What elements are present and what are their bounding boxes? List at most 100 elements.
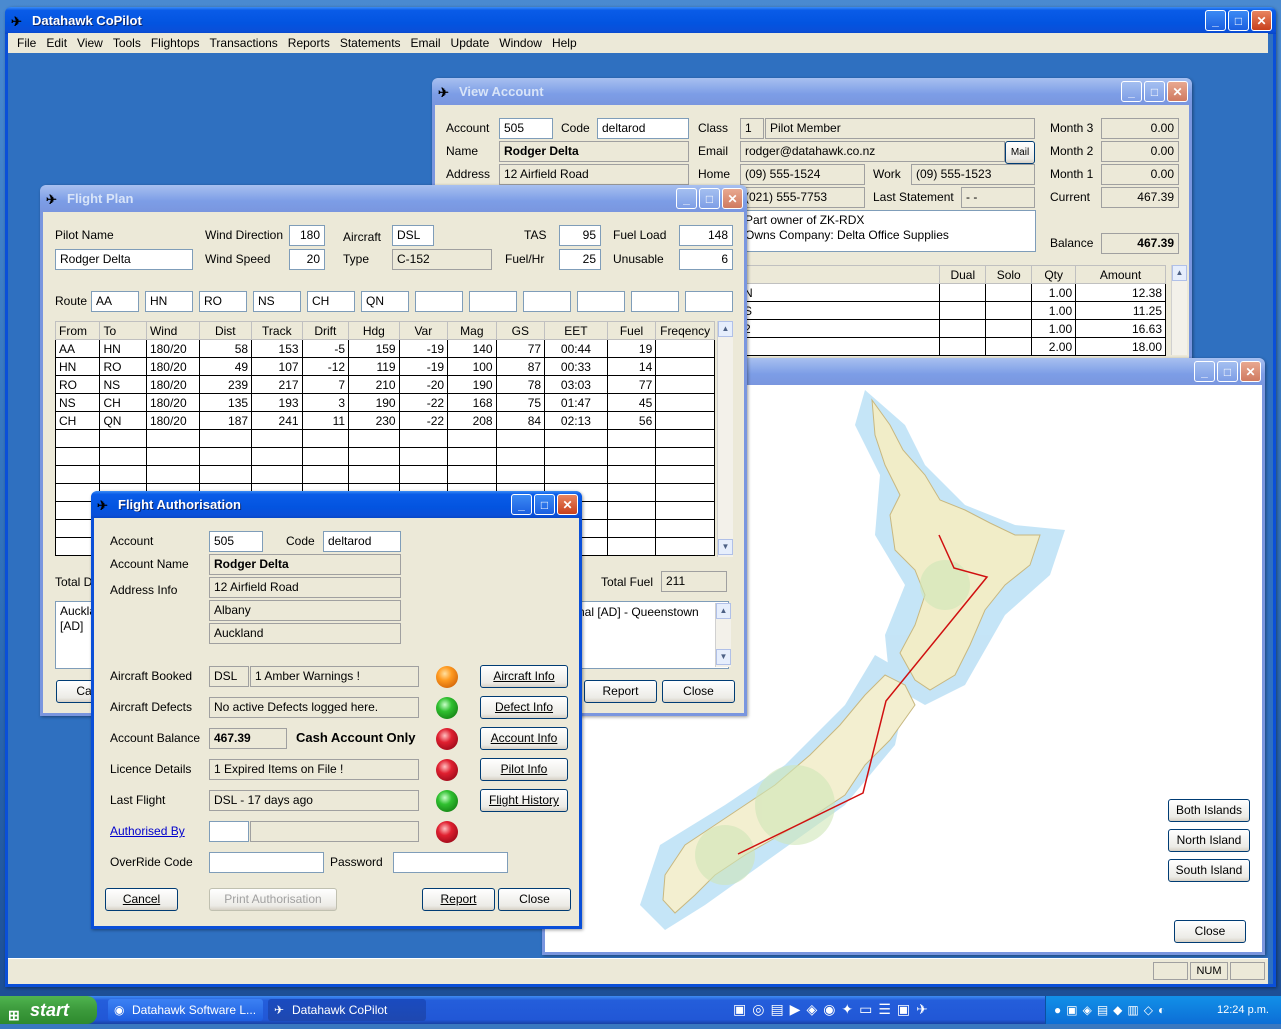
fuel-hr-field[interactable]: 25 bbox=[559, 249, 601, 270]
menu-item-view[interactable]: View bbox=[72, 36, 108, 50]
authorised-by-link[interactable]: Authorised By bbox=[110, 824, 185, 838]
quick-launch-icons[interactable]: ▣◎▤▶◈◉✦▭☰▣✈ bbox=[733, 1001, 934, 1018]
report-button[interactable]: Report bbox=[422, 888, 495, 911]
start-button[interactable]: ⊞ start bbox=[0, 996, 97, 1024]
main-titlebar[interactable]: ✈ Datahawk CoPilot _ □ ✕ bbox=[5, 7, 1276, 34]
menu-item-transactions[interactable]: Transactions bbox=[205, 36, 283, 50]
route-waypoint-field[interactable] bbox=[577, 291, 625, 312]
minimize-icon[interactable]: _ bbox=[1194, 361, 1215, 382]
close-icon[interactable]: ✕ bbox=[722, 188, 743, 209]
fuel-load-field[interactable]: 148 bbox=[679, 225, 733, 246]
route-waypoint-field[interactable] bbox=[631, 291, 679, 312]
cancel-button[interactable]: Cancel bbox=[105, 888, 178, 911]
column-header: To bbox=[99, 321, 147, 340]
notes-box[interactable]: Part owner of ZK-RDX Owns Company: Delta… bbox=[740, 210, 1036, 252]
minimize-icon[interactable]: _ bbox=[1205, 10, 1226, 31]
print-authorisation-button[interactable]: Print Authorisation bbox=[209, 888, 337, 911]
route-waypoint-field[interactable]: QN bbox=[361, 291, 409, 312]
menu-item-email[interactable]: Email bbox=[406, 36, 446, 50]
pilot-info-button[interactable]: Pilot Info bbox=[480, 758, 568, 781]
south-island-button[interactable]: South Island bbox=[1168, 859, 1250, 882]
maximize-icon[interactable]: □ bbox=[699, 188, 720, 209]
menu-item-statements[interactable]: Statements bbox=[335, 36, 406, 50]
account-info-button[interactable]: Account Info bbox=[480, 727, 568, 750]
route-waypoint-field[interactable]: AA bbox=[91, 291, 139, 312]
aircraft-field[interactable]: DSL bbox=[392, 225, 434, 246]
close-icon[interactable]: ✕ bbox=[1251, 10, 1272, 31]
table-cell: 77 bbox=[606, 375, 657, 394]
menu-item-window[interactable]: Window bbox=[494, 36, 547, 50]
route-waypoint-field[interactable] bbox=[469, 291, 517, 312]
code-field[interactable]: deltarod bbox=[323, 531, 401, 552]
maximize-icon[interactable]: □ bbox=[1144, 81, 1165, 102]
tas-field[interactable]: 95 bbox=[559, 225, 601, 246]
close-icon[interactable]: ✕ bbox=[557, 494, 578, 515]
flight-plan-report-button[interactable]: Report bbox=[584, 680, 657, 703]
password-input[interactable] bbox=[393, 852, 508, 873]
legs-scrollbar[interactable]: ▲ ▼ bbox=[717, 321, 733, 557]
pilot-name-field[interactable]: Rodger Delta bbox=[55, 249, 193, 270]
menu-item-tools[interactable]: Tools bbox=[108, 36, 146, 50]
flight-plan-close-button[interactable]: Close bbox=[662, 680, 735, 703]
notes-scrollbar[interactable]: ▲ ▼ bbox=[715, 603, 731, 667]
mail-button[interactable]: Mail bbox=[1005, 141, 1035, 164]
north-island-button[interactable]: North Island bbox=[1168, 829, 1250, 852]
minimize-icon[interactable]: _ bbox=[511, 494, 532, 515]
table-row[interactable]: HN RO 180/20 49 107 -12 119 -19 100 87 00:33 14 bbox=[54, 357, 715, 376]
wind-speed-field[interactable]: 20 bbox=[289, 249, 325, 270]
table-cell bbox=[398, 447, 449, 466]
view-account-titlebar[interactable]: ✈ View Account _ □ ✕ bbox=[432, 78, 1192, 105]
table-row[interactable] bbox=[54, 447, 715, 466]
maximize-icon[interactable]: □ bbox=[1217, 361, 1238, 382]
close-button[interactable]: Close bbox=[498, 888, 571, 911]
map-close-button[interactable]: Close bbox=[1174, 920, 1246, 943]
tray-icons[interactable]: ●▣◈▤◆▥◇◐ bbox=[1054, 996, 1170, 1024]
route-waypoint-field[interactable]: HN bbox=[145, 291, 193, 312]
route-waypoint-field[interactable] bbox=[685, 291, 733, 312]
flight-authorisation-titlebar[interactable]: ✈ Flight Authorisation _ □ ✕ bbox=[91, 491, 582, 518]
route-waypoint-field[interactable] bbox=[523, 291, 571, 312]
route-waypoint-field[interactable]: NS bbox=[253, 291, 301, 312]
flight-history-button[interactable]: Flight History bbox=[480, 789, 568, 812]
table-row[interactable] bbox=[54, 465, 715, 484]
aircraft-info-button[interactable]: Aircraft Info bbox=[480, 665, 568, 688]
menu-item-file[interactable]: File bbox=[12, 36, 41, 50]
account-field[interactable]: 505 bbox=[499, 118, 553, 139]
code-field[interactable]: deltarod bbox=[597, 118, 689, 139]
minimize-icon[interactable]: _ bbox=[1121, 81, 1142, 102]
override-code-input[interactable] bbox=[209, 852, 324, 873]
taskbar-item-copilot[interactable]: ✈ Datahawk CoPilot bbox=[268, 999, 426, 1021]
route-waypoint-field[interactable]: RO bbox=[199, 291, 247, 312]
table-row[interactable]: 2.00 18.00 bbox=[739, 337, 1166, 356]
menu-item-update[interactable]: Update bbox=[446, 36, 495, 50]
maximize-icon[interactable]: □ bbox=[534, 494, 555, 515]
menu-item-flightops[interactable]: Flightops bbox=[146, 36, 205, 50]
unusable-field[interactable]: 6 bbox=[679, 249, 733, 270]
table-row[interactable] bbox=[54, 429, 715, 448]
account-field[interactable]: 505 bbox=[209, 531, 263, 552]
table-row[interactable]: AA HN 180/20 58 153 -5 159 -19 140 77 00:44 19 bbox=[54, 339, 715, 358]
flight-plan-titlebar[interactable]: ✈ Flight Plan _ □ ✕ bbox=[40, 185, 747, 212]
wind-direction-field[interactable]: 180 bbox=[289, 225, 325, 246]
menu-item-reports[interactable]: Reports bbox=[283, 36, 335, 50]
route-waypoint-field[interactable] bbox=[415, 291, 463, 312]
menu-item-help[interactable]: Help bbox=[547, 36, 582, 50]
taskbar-item-browser[interactable]: ◉ Datahawk Software L... bbox=[108, 999, 263, 1021]
route-waypoint-field[interactable]: CH bbox=[307, 291, 355, 312]
table-row[interactable]: S 1.00 11.25 bbox=[739, 301, 1166, 320]
close-icon[interactable]: ✕ bbox=[1167, 81, 1188, 102]
defect-info-button[interactable]: Defect Info bbox=[480, 696, 568, 719]
table-row[interactable]: RO NS 180/20 239 217 7 210 -20 190 78 03:03 77 bbox=[54, 375, 715, 394]
table-row[interactable]: N 1.00 12.38 bbox=[739, 283, 1166, 302]
menu-item-edit[interactable]: Edit bbox=[41, 36, 72, 50]
table-row[interactable]: 2 1.00 16.63 bbox=[739, 319, 1166, 338]
table-row[interactable]: NS CH 180/20 135 193 3 190 -22 168 75 01:47 45 bbox=[54, 393, 715, 412]
table-row[interactable]: CH QN 180/20 187 241 11 230 -22 208 84 02:13 56 bbox=[54, 411, 715, 430]
maximize-icon[interactable]: □ bbox=[1228, 10, 1249, 31]
transactions-scrollbar[interactable]: ▲ bbox=[1171, 265, 1187, 355]
minimize-icon[interactable]: _ bbox=[676, 188, 697, 209]
current-field: 467.39 bbox=[1101, 187, 1179, 208]
authorised-by-field[interactable] bbox=[209, 821, 249, 842]
close-icon[interactable]: ✕ bbox=[1240, 361, 1261, 382]
both-islands-button[interactable]: Both Islands bbox=[1168, 799, 1250, 822]
